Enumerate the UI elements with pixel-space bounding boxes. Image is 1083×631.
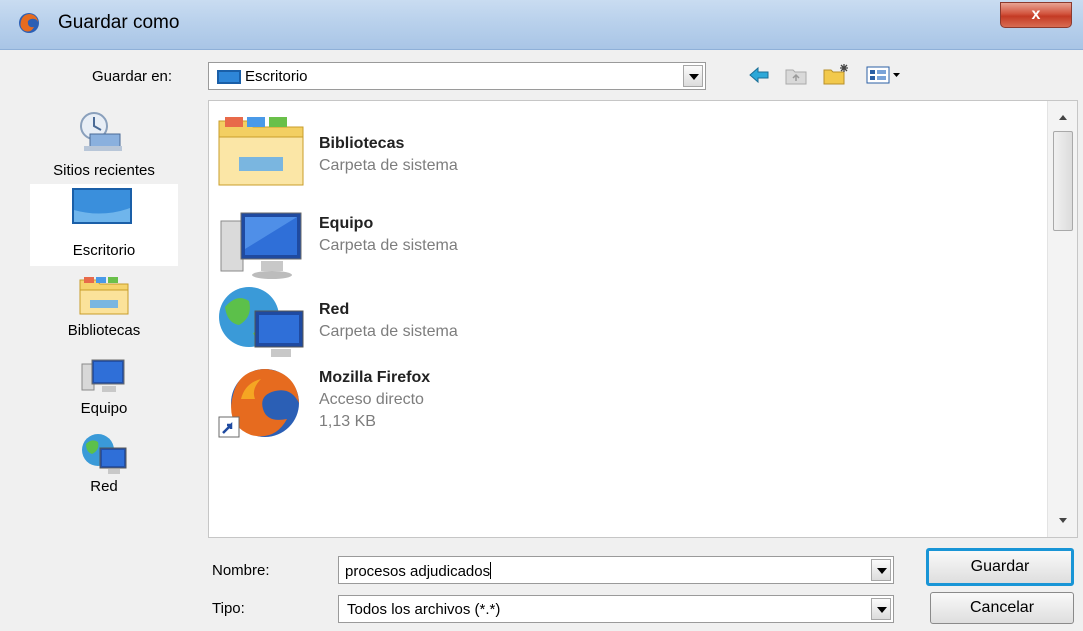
cancel-button[interactable]: Cancelar <box>930 592 1074 624</box>
desktop-icon <box>217 70 241 84</box>
place-label-recent: Sitios recientes <box>53 162 155 179</box>
filename-dropdown-button[interactable] <box>871 559 891 581</box>
file-name: Mozilla Firefox <box>319 369 431 386</box>
computer-icon <box>220 212 302 279</box>
scroll-down-icon[interactable] <box>1058 515 1068 525</box>
filetype-label: Tipo: <box>212 600 245 617</box>
filename-field[interactable]: procesos adjudicados <box>338 556 894 584</box>
place-label-desktop: Escritorio <box>72 242 136 259</box>
location-dropdown-button[interactable] <box>683 65 703 87</box>
place-label-libraries: Bibliotecas <box>67 322 141 339</box>
place-recent[interactable]: Sitios recientes <box>30 100 178 180</box>
scroll-up-icon[interactable] <box>1058 113 1068 123</box>
place-label-network: Red <box>90 478 118 495</box>
place-network[interactable]: Red <box>30 430 178 510</box>
list-item[interactable]: Bibliotecas Carpeta de sistema <box>209 113 1029 193</box>
filename-value: procesos adjudicados <box>345 562 492 580</box>
file-size: 1,13 KB <box>319 413 376 430</box>
firefox-icon <box>19 13 39 33</box>
file-type: Acceso directo <box>319 391 424 408</box>
recent-places-icon <box>80 112 122 151</box>
computer-icon <box>81 359 125 392</box>
list-item[interactable]: Red Carpeta de sistema <box>209 285 1029 365</box>
desktop-icon <box>72 188 132 224</box>
file-name: Red <box>319 301 350 318</box>
location-value: Escritorio <box>245 68 308 85</box>
place-computer[interactable]: Equipo <box>30 354 178 434</box>
location-combo[interactable]: Escritorio <box>208 62 706 90</box>
place-libraries[interactable]: Bibliotecas <box>30 270 178 350</box>
file-type: Carpeta de sistema <box>319 237 458 254</box>
up-folder-icon[interactable] <box>784 66 808 86</box>
file-type: Carpeta de sistema <box>319 157 458 174</box>
filetype-select[interactable]: Todos los archivos (*.*) <box>338 595 894 623</box>
file-name: Bibliotecas <box>319 135 405 152</box>
places-bar: Sitios recientes Escritorio Bibliotecas … <box>30 100 178 500</box>
filetype-value: Todos los archivos (*.*) <box>347 601 501 618</box>
location-label: Guardar en: <box>92 68 173 85</box>
view-menu-icon[interactable] <box>866 64 902 86</box>
back-arrow-icon[interactable] <box>748 66 770 84</box>
place-label-computer: Equipo <box>80 400 128 417</box>
place-desktop[interactable]: Escritorio <box>30 184 178 266</box>
libraries-icon <box>79 277 129 315</box>
list-item[interactable]: Equipo Carpeta de sistema <box>209 209 1029 289</box>
network-icon <box>219 287 304 357</box>
filename-label: Nombre: <box>212 562 270 579</box>
new-folder-icon[interactable] <box>822 62 850 86</box>
libraries-icon <box>218 117 304 186</box>
title-bar: Guardar como x <box>0 0 1083 50</box>
window-title: Guardar como <box>58 12 180 33</box>
filetype-dropdown-button[interactable] <box>871 598 891 620</box>
save-button[interactable]: Guardar <box>926 548 1074 586</box>
network-icon <box>82 434 127 474</box>
file-type: Carpeta de sistema <box>319 323 458 340</box>
firefox-shortcut-icon <box>218 369 299 438</box>
close-button[interactable]: x <box>1000 2 1072 28</box>
list-item[interactable]: Mozilla Firefox Acceso directo 1,13 KB <box>209 365 1029 445</box>
scroll-thumb[interactable] <box>1053 131 1073 231</box>
vertical-scrollbar[interactable] <box>1047 101 1077 537</box>
file-list[interactable]: Bibliotecas Carpeta de sistema Equipo Ca… <box>208 100 1078 538</box>
file-name: Equipo <box>319 215 374 232</box>
